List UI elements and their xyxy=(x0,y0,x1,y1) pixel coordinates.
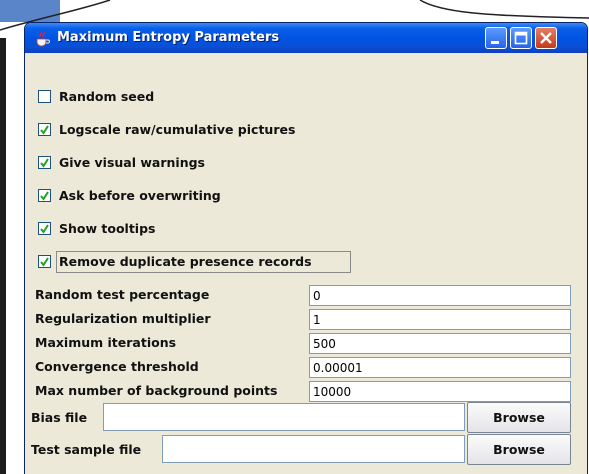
close-icon xyxy=(540,32,552,44)
random-test-percentage-input[interactable] xyxy=(309,285,571,306)
background-window-edge xyxy=(0,38,6,474)
bias-file-browse-button[interactable]: Browse xyxy=(467,402,571,433)
maximum-iterations-label: Maximum iterations xyxy=(35,335,177,350)
checkmark-icon xyxy=(40,125,49,135)
max-background-points-input[interactable] xyxy=(309,381,571,402)
checkmark-icon xyxy=(40,257,49,267)
checkbox-box[interactable] xyxy=(38,189,51,202)
maximize-button[interactable] xyxy=(510,27,532,49)
test-sample-file-input[interactable] xyxy=(162,435,465,463)
maximum-iterations-input[interactable] xyxy=(309,333,571,354)
checkbox-label: Give visual warnings xyxy=(59,155,205,170)
checkmark-icon xyxy=(40,158,49,168)
close-button[interactable] xyxy=(535,27,557,49)
bias-file-label: Bias file xyxy=(31,410,88,425)
title-bar[interactable]: Maximum Entropy Parameters xyxy=(25,23,587,53)
window-title: Maximum Entropy Parameters xyxy=(57,30,280,45)
bias-file-input[interactable] xyxy=(103,403,465,431)
checkmark-icon xyxy=(40,191,49,201)
checkbox-box[interactable] xyxy=(38,222,51,235)
random-test-percentage-label: Random test percentage xyxy=(35,287,210,302)
checkbox-box[interactable] xyxy=(38,90,51,103)
test-sample-file-label: Test sample file xyxy=(31,442,142,457)
maximize-icon xyxy=(514,31,528,45)
checkbox-box[interactable] xyxy=(38,156,51,169)
java-cup-icon xyxy=(36,31,50,47)
regularization-multiplier-input[interactable] xyxy=(309,309,571,330)
checkbox-label: Remove duplicate presence records xyxy=(59,254,312,269)
dialog-content: Random seed Logscale raw/cumulative pict… xyxy=(29,53,583,474)
minimize-button[interactable] xyxy=(485,27,507,49)
checkbox-label: Ask before overwriting xyxy=(59,188,221,203)
checkbox-box[interactable] xyxy=(38,123,51,136)
regularization-multiplier-label: Regularization multiplier xyxy=(35,311,211,326)
checkmark-icon xyxy=(40,224,49,234)
convergence-threshold-input[interactable] xyxy=(309,357,571,378)
max-background-points-label: Max number of background points xyxy=(35,383,278,398)
checkbox-label: Logscale raw/cumulative pictures xyxy=(59,122,296,137)
checkbox-label: Random seed xyxy=(59,89,155,104)
test-sample-file-browse-button[interactable]: Browse xyxy=(467,434,571,465)
minimize-icon xyxy=(491,41,499,44)
maximum-entropy-parameters-window: Maximum Entropy Parameters Random seed L… xyxy=(24,22,588,474)
checkbox-label: Show tooltips xyxy=(59,221,156,236)
convergence-threshold-label: Convergence threshold xyxy=(35,359,199,374)
checkbox-box[interactable] xyxy=(38,255,51,268)
